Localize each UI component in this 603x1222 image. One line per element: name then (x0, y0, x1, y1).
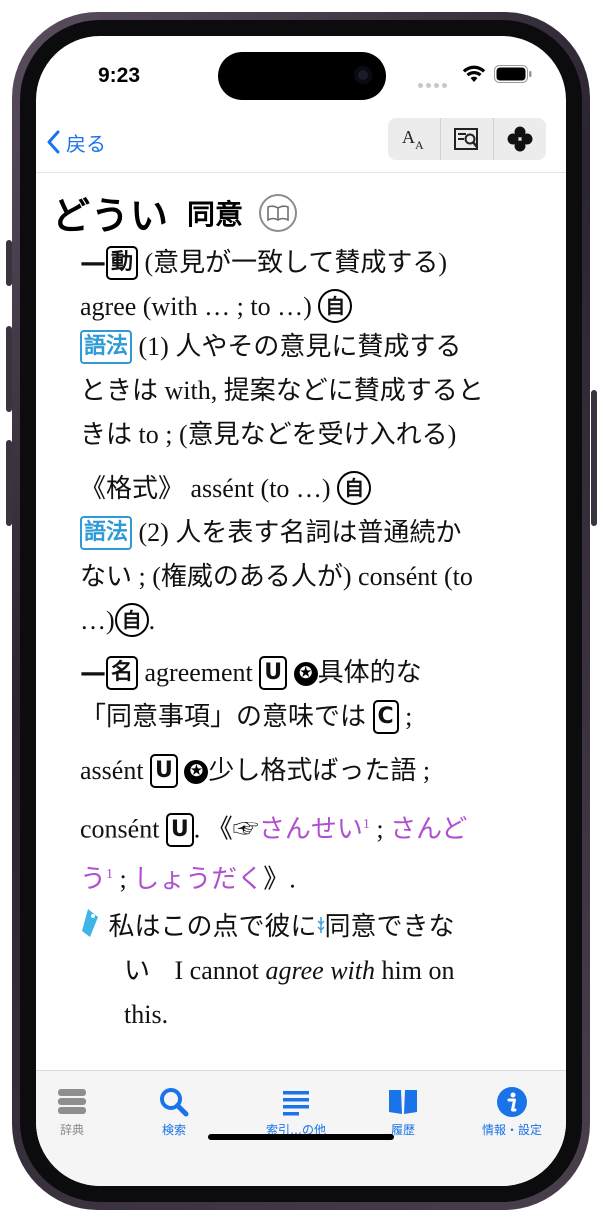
headword: どうい 同意 (52, 185, 298, 240)
example-jp-b: 同意できな (324, 912, 455, 941)
intransitive-label-3: 自 (114, 603, 149, 637)
volume-down-button (6, 440, 12, 526)
pronunciation-mark-icon (316, 917, 325, 933)
clover-icon (507, 126, 533, 152)
uncountable-label: U (259, 656, 288, 690)
usage-note-2a: (2) 人を表す名詞は普通続か (138, 518, 462, 547)
svg-text:A: A (415, 138, 424, 152)
example-en-b: him on (381, 956, 455, 985)
tab-info-settings[interactable]: 情報・設定 (462, 1085, 562, 1138)
link-shoudaku[interactable]: しょうだく (133, 865, 263, 894)
font-size-button[interactable]: A A (388, 118, 441, 160)
books-stack-icon (58, 1089, 86, 1114)
volume-up-button (6, 326, 12, 412)
tab-bar: 辞典 検索 索引…の他 履歴 情報・設定 (36, 1070, 566, 1186)
power-button (591, 390, 597, 526)
mute-switch (6, 240, 12, 286)
star-icon-2: ✪ (184, 760, 209, 784)
open-book-icon[interactable] (259, 193, 298, 232)
usage-note-1b: ときは with, 提案などに賛成すると (80, 376, 484, 405)
pos-verb-label: 動 (106, 246, 139, 280)
pos-noun-label: 名 (106, 656, 139, 690)
headword-kanji: 同意 (187, 197, 244, 231)
status-icons (414, 62, 554, 88)
tab-history[interactable]: 履歴 (353, 1085, 453, 1138)
uncountable-label-3: U (165, 812, 194, 847)
link-sando-cont[interactable]: う (80, 865, 106, 894)
wifi-icon (462, 65, 486, 82)
noun-header-line: — 名 agreement U ✪ 具体的な (80, 656, 422, 690)
usage-note-1c: きは to ; (意見などを受け入れる) (80, 420, 457, 449)
info-icon (497, 1087, 527, 1117)
usage-label: 語法 (80, 330, 133, 364)
tab-dictionary[interactable]: 辞典 (36, 1085, 122, 1138)
home-indicator[interactable] (208, 1134, 394, 1140)
tab-search[interactable]: 検索 (124, 1085, 224, 1138)
formal-translation: 《格式》 assént (to …) (80, 474, 331, 503)
list-icon (283, 1091, 309, 1116)
navigation-bar: 戻る A A (36, 114, 566, 173)
intransitive-label: 自 (318, 289, 353, 323)
headword-kana: どうい (52, 194, 170, 238)
menu-button[interactable] (494, 118, 546, 160)
search-document-icon (454, 128, 478, 150)
entry-content: どうい 同意 — 動 (意見が一致して賛成する) agree (with … ; … (36, 173, 566, 1070)
search-icon (160, 1088, 189, 1117)
noun-translation-3: consént (80, 814, 160, 844)
example-tag-icon (82, 909, 98, 937)
search-in-page-button[interactable] (441, 118, 494, 160)
countable-label: C (372, 700, 399, 734)
star-icon: ✪ (293, 662, 318, 686)
usage-note-1a: (1) 人やその意見に賛成する (138, 332, 462, 361)
uncountable-label-2: U (150, 754, 178, 788)
tab-info-settings-label: 情報・設定 (481, 1123, 542, 1137)
intransitive-label-2: 自 (337, 471, 372, 505)
usage-note-2c: …) (80, 606, 115, 635)
example-en-a: I cannot (174, 956, 259, 985)
back-label: 戻る (66, 131, 106, 156)
verb-header-line: — 動 (意見が一致して賛成する) (80, 246, 448, 280)
example-jp-a: 私はこの点で彼に (108, 912, 317, 941)
chevron-left-icon (47, 130, 60, 154)
link-sansei[interactable]: さんせい (259, 815, 363, 844)
toolbar-segment: A A (388, 118, 546, 160)
back-button[interactable]: 戻る (46, 124, 106, 160)
usage-note-2b: ない ; (権威のある人が) consént (to (80, 562, 473, 591)
tab-index[interactable]: 索引…の他 (246, 1085, 346, 1138)
font-size-icon: A A (402, 127, 424, 152)
svg-text:A: A (402, 127, 415, 147)
open-book-icon (389, 1090, 417, 1114)
example-en-italic: agree with (265, 956, 376, 985)
verb-translation: agree (with … ; to …) (80, 292, 312, 321)
entry-body: — 動 (意見が一致して賛成する) agree (with … ; to …) 自… (80, 241, 542, 1037)
link-sando[interactable]: さんど (390, 815, 467, 844)
example-jp-c: い (124, 956, 151, 985)
noun-translation: agreement (144, 658, 253, 687)
status-time: 9:23 (98, 64, 141, 87)
example-jp-line: 私はこの点で彼に 同意できな (80, 905, 542, 949)
example-en-c: this. (124, 1000, 169, 1029)
screen: 9:23 戻る A A どうい 同意 — 動 (意見が一致して賛成する) agr… (36, 36, 566, 1186)
camera-icon (354, 66, 372, 84)
tab-dictionary-label: 辞典 (59, 1123, 84, 1137)
usage-label-2: 語法 (80, 516, 133, 550)
cellular-signal-icon (418, 73, 450, 92)
battery-icon (494, 65, 532, 83)
verb-gloss: (意見が一致して賛成する) (144, 248, 448, 277)
noun-translation-2: assént (80, 756, 144, 785)
